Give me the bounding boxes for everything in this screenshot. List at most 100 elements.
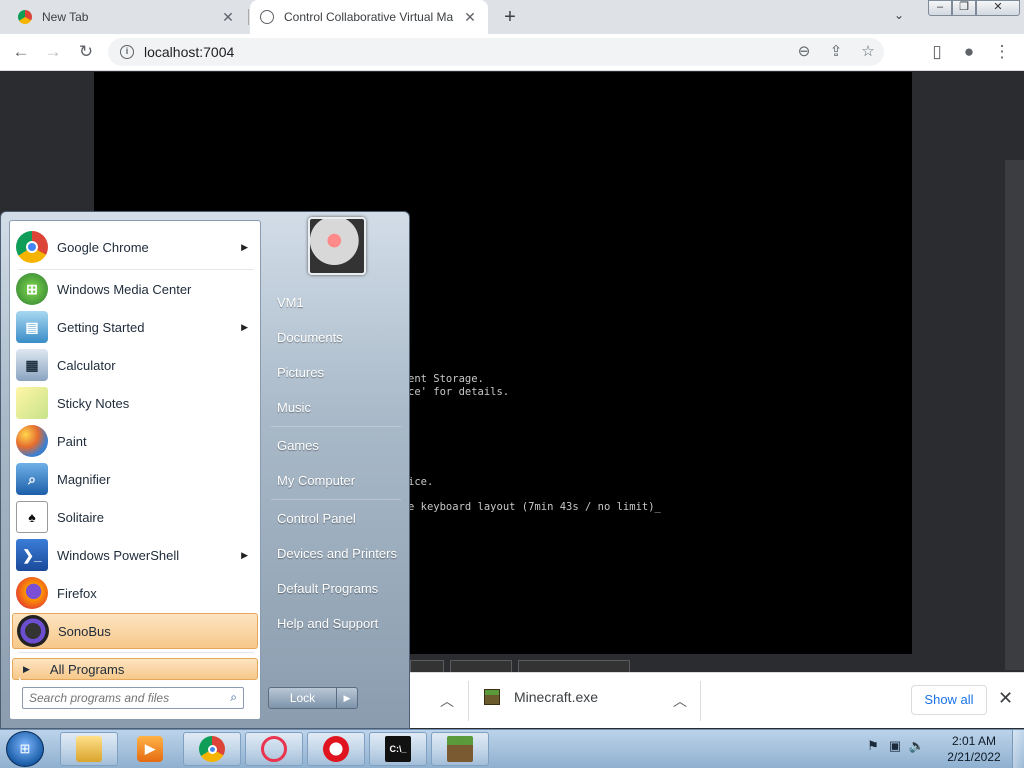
tab-strip: New Tab ✕ Control Collaborative Virtual … xyxy=(0,0,1024,34)
program-label: Windows Media Center xyxy=(57,281,192,297)
right-item-devices-printers[interactable]: Devices and Printers xyxy=(268,538,403,568)
taskbar-opera[interactable] xyxy=(307,732,365,766)
taskbar-chrome[interactable] xyxy=(183,732,241,766)
download-bar: ︿ Minecraft.exe ︿ Show all ✕ xyxy=(410,672,1024,728)
show-all-button[interactable]: Show all xyxy=(911,685,987,715)
close-icon[interactable]: ✕ xyxy=(220,9,236,26)
shutdown-options-arrow-icon[interactable]: ▶ xyxy=(337,688,357,708)
profile-icon[interactable]: ● xyxy=(957,40,981,64)
program-sticky-notes[interactable]: Sticky Notes xyxy=(12,385,258,421)
program-getting-started[interactable]: ▤ Getting Started ▶ xyxy=(12,309,258,345)
right-item-games[interactable]: Games xyxy=(268,430,403,460)
sticky-notes-icon xyxy=(16,387,48,419)
program-label: Firefox xyxy=(57,585,97,601)
download-filename: Minecraft.exe xyxy=(514,689,599,705)
start-search-box[interactable]: ⌕ xyxy=(22,687,244,709)
share-icon[interactable]: ⇪ xyxy=(820,40,852,64)
download-item[interactable]: Minecraft.exe xyxy=(484,689,598,705)
reload-icon[interactable]: ↻ xyxy=(74,40,98,64)
menu-icon[interactable]: ⋮ xyxy=(990,40,1014,64)
start-button[interactable]: ⊞ xyxy=(6,731,44,767)
vm-panel-tab[interactable] xyxy=(518,660,630,672)
search-input[interactable] xyxy=(29,691,209,705)
restore-button[interactable]: ❐ xyxy=(952,0,976,16)
search-icon[interactable]: ⌕ xyxy=(230,690,237,705)
program-magnifier[interactable]: ⌕ Magnifier xyxy=(12,461,258,497)
right-item-help-support[interactable]: Help and Support xyxy=(268,608,403,638)
taskbar-minecraft[interactable] xyxy=(431,732,489,766)
program-label: Calculator xyxy=(57,357,116,373)
divider xyxy=(271,426,401,427)
firefox-icon xyxy=(16,577,48,609)
taskbar-opera-gx[interactable] xyxy=(245,732,303,766)
right-item-pictures[interactable]: Pictures xyxy=(268,357,403,387)
show-desktop-button[interactable] xyxy=(1012,730,1024,768)
clock-time: 2:01 AM xyxy=(951,734,997,748)
right-item-music[interactable]: Music xyxy=(268,392,403,422)
lock-label[interactable]: Lock xyxy=(269,688,337,708)
minimize-button[interactable]: – xyxy=(928,0,952,16)
console-line: e keyboard layout (7min 43s / no limit)_ xyxy=(408,501,661,513)
tab-search-icon[interactable]: ⌄ xyxy=(894,8,904,22)
start-menu: Google Chrome ▶ ⊞ Windows Media Center ▤… xyxy=(0,211,410,729)
taskbar-explorer[interactable] xyxy=(60,732,118,766)
vm-panel-tab[interactable] xyxy=(450,660,512,672)
side-panel-icon[interactable]: ▯ xyxy=(925,40,949,64)
address-bar[interactable]: i localhost:7004 ⊖ ⇪ ☆ xyxy=(108,38,884,66)
program-solitaire[interactable]: ♠ Solitaire xyxy=(12,499,258,535)
taskbar-cmd[interactable]: C:\_ xyxy=(369,732,427,766)
tab-title: New Tab xyxy=(42,10,89,24)
program-label: SonoBus xyxy=(58,623,111,639)
program-label: Windows PowerShell xyxy=(57,547,180,563)
program-firefox[interactable]: Firefox xyxy=(12,575,258,611)
system-tray: ⚑ ▣ 🔈 xyxy=(862,738,928,754)
submenu-arrow-icon: ▶ xyxy=(241,321,248,332)
lock-button[interactable]: Lock ▶ xyxy=(268,687,358,709)
volume-icon[interactable]: 🔈 xyxy=(906,738,928,754)
mouse-cursor-icon xyxy=(19,677,25,685)
zoom-icon[interactable]: ⊖ xyxy=(788,40,820,64)
calculator-icon: ▦ xyxy=(16,349,48,381)
vm-panel-tab[interactable] xyxy=(410,660,444,672)
program-sonobus[interactable]: SonoBus xyxy=(12,613,258,649)
clock[interactable]: 2:01 AM 2/21/2022 xyxy=(944,733,1004,765)
browser-toolbar: ← → ↻ i localhost:7004 ⊖ ⇪ ☆ ▯ ● ⋮ xyxy=(0,34,1024,71)
program-label: Sticky Notes xyxy=(57,395,130,411)
program-label: Magnifier xyxy=(57,471,111,487)
close-icon[interactable]: ✕ xyxy=(998,688,1013,709)
new-tab-button[interactable]: + xyxy=(498,5,522,29)
action-center-icon[interactable]: ⚑ xyxy=(862,738,884,754)
right-item-documents[interactable]: Documents xyxy=(268,322,403,352)
all-programs-button[interactable]: ▶ All Programs xyxy=(12,658,258,680)
program-paint[interactable]: Paint xyxy=(12,423,258,459)
window-close-button[interactable]: ✕ xyxy=(976,0,1020,16)
right-item-default-programs[interactable]: Default Programs xyxy=(268,573,403,603)
right-item-control-panel[interactable]: Control Panel xyxy=(268,503,403,533)
program-windows-powershell[interactable]: ❯_ Windows PowerShell ▶ xyxy=(12,537,258,573)
getting-started-icon: ▤ xyxy=(16,311,48,343)
clock-date: 2/21/2022 xyxy=(947,750,1001,764)
back-icon[interactable]: ← xyxy=(9,40,33,64)
network-icon[interactable]: ▣ xyxy=(884,738,906,754)
program-windows-media-center[interactable]: ⊞ Windows Media Center xyxy=(12,271,258,307)
page-scrollbar[interactable] xyxy=(1005,160,1024,670)
tab-title: Control Collaborative Virtual Ma xyxy=(284,10,454,24)
taskbar: ⊞ ▶ C:\_ ⚑ ▣ 🔈 2:01 AM 2/21/2022 xyxy=(0,729,1024,768)
taskbar-media-player[interactable]: ▶ xyxy=(121,732,179,766)
right-item-my-computer[interactable]: My Computer xyxy=(268,465,403,495)
forward-icon[interactable]: → xyxy=(41,40,65,64)
close-icon[interactable]: ✕ xyxy=(462,9,478,26)
right-item-vm1[interactable]: VM1 xyxy=(268,287,403,317)
chevron-up-icon[interactable]: ︿ xyxy=(673,691,687,711)
tab-new-tab[interactable]: New Tab ✕ xyxy=(8,0,246,34)
chrome-icon xyxy=(16,231,48,263)
program-calculator[interactable]: ▦ Calculator xyxy=(12,347,258,383)
magnifier-icon: ⌕ xyxy=(16,463,48,495)
bookmark-star-icon[interactable]: ☆ xyxy=(852,40,884,64)
program-google-chrome[interactable]: Google Chrome ▶ xyxy=(12,229,258,265)
chevron-up-icon[interactable]: ︿ xyxy=(440,691,454,711)
user-picture[interactable] xyxy=(308,217,366,275)
windows-logo-icon: ⊞ xyxy=(19,741,31,756)
tab-control-vm[interactable]: Control Collaborative Virtual Ma ✕ xyxy=(250,0,488,34)
site-info-icon[interactable]: i xyxy=(120,45,134,59)
